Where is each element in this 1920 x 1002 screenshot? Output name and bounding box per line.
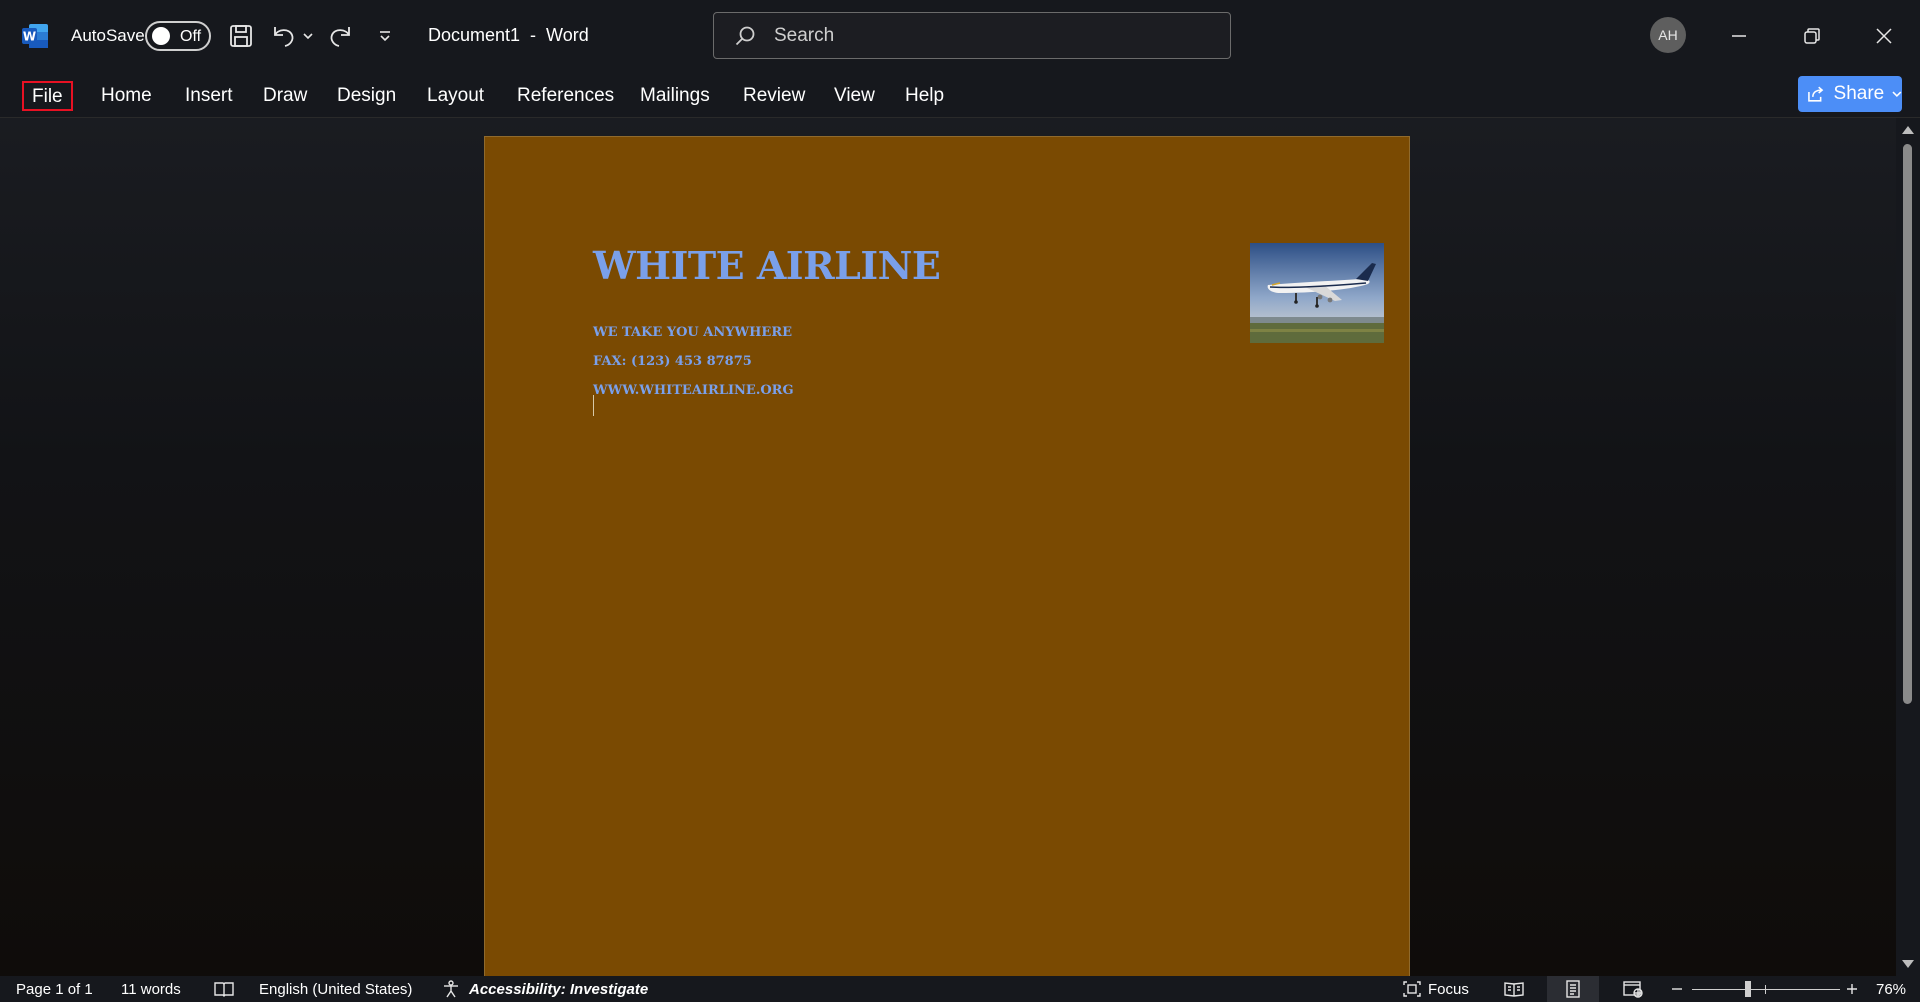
zoom-in-icon[interactable]: [1845, 980, 1859, 998]
redo-icon[interactable]: [326, 20, 356, 52]
minimize-icon: [1732, 35, 1746, 37]
title-bar: W AutoSave Off Document1 - Word Search A…: [0, 0, 1920, 72]
proofing-book-icon[interactable]: [213, 980, 235, 998]
zoom-slider[interactable]: [1692, 989, 1840, 990]
close-button[interactable]: [1868, 20, 1900, 52]
save-icon[interactable]: [226, 20, 256, 52]
autosave-toggle[interactable]: Off: [145, 21, 211, 51]
word-count[interactable]: 11 words: [121, 981, 181, 998]
zoom-slider-thumb[interactable]: [1745, 981, 1751, 997]
read-mode-icon[interactable]: [1503, 980, 1525, 998]
close-icon: [1876, 28, 1892, 44]
ribbon-tabs: File Home Insert Draw Design Layout Refe…: [0, 72, 1920, 118]
tab-home[interactable]: Home: [92, 81, 161, 111]
restore-button[interactable]: [1796, 20, 1828, 52]
tab-layout[interactable]: Layout: [418, 81, 493, 111]
document-page[interactable]: WHITE AIRLINE WE TAKE YOU ANYWHERE FAX: …: [484, 136, 1410, 996]
text-cursor: [593, 395, 594, 416]
minimize-button[interactable]: [1723, 20, 1755, 52]
document-canvas[interactable]: WHITE AIRLINE WE TAKE YOU ANYWHERE FAX: …: [0, 118, 1920, 996]
airplane-image[interactable]: [1250, 243, 1384, 343]
scroll-down-icon[interactable]: [1902, 960, 1914, 968]
vertical-scrollbar[interactable]: [1896, 118, 1920, 976]
chevron-down-icon: [1892, 91, 1902, 98]
avatar[interactable]: AH: [1650, 17, 1686, 53]
tab-insert[interactable]: Insert: [176, 81, 242, 111]
status-bar: Page 1 of 1 11 words English (United Sta…: [0, 976, 1920, 1002]
tab-review[interactable]: Review: [734, 81, 814, 111]
undo-icon[interactable]: [268, 20, 298, 52]
tab-mailings[interactable]: Mailings: [631, 81, 719, 111]
search-icon: [735, 26, 755, 46]
autosave-label: AutoSave: [71, 26, 145, 45]
zoom-out-icon[interactable]: [1670, 980, 1684, 998]
tab-design[interactable]: Design: [328, 81, 405, 111]
tab-references[interactable]: References: [508, 81, 623, 111]
document-website[interactable]: WWW.WHITEAIRLINE.ORG: [593, 383, 794, 398]
svg-text:W: W: [23, 30, 36, 44]
search-input[interactable]: [774, 23, 1204, 49]
search-box[interactable]: [713, 12, 1231, 59]
language-status[interactable]: English (United States): [259, 981, 412, 998]
toggle-knob: [152, 27, 170, 45]
web-layout-icon[interactable]: [1622, 980, 1644, 998]
scrollbar-thumb[interactable]: [1903, 144, 1912, 704]
page-count[interactable]: Page 1 of 1: [16, 981, 93, 998]
restore-icon: [1804, 28, 1820, 44]
tab-draw[interactable]: Draw: [254, 81, 316, 111]
zoom-slider-tick: [1765, 985, 1766, 994]
focus-label[interactable]: Focus: [1428, 981, 1469, 998]
share-button[interactable]: Share: [1798, 76, 1902, 112]
tab-view[interactable]: View: [825, 81, 884, 111]
customize-toolbar-icon[interactable]: [374, 20, 396, 52]
tab-help[interactable]: Help: [896, 81, 953, 111]
document-title: Document1 - Word: [428, 25, 589, 45]
document-tagline[interactable]: WE TAKE YOU ANYWHERE: [593, 325, 792, 340]
focus-icon[interactable]: [1402, 980, 1422, 998]
document-fax[interactable]: FAX: (123) 453 87875: [593, 354, 752, 369]
document-heading[interactable]: WHITE AIRLINE: [593, 243, 941, 288]
tab-file[interactable]: File: [22, 81, 73, 111]
share-label: Share: [1833, 83, 1885, 104]
undo-dropdown-icon[interactable]: [300, 20, 316, 52]
accessibility-icon[interactable]: [441, 980, 461, 998]
print-layout-icon[interactable]: [1563, 980, 1583, 998]
autosave-state: Off: [180, 28, 202, 45]
zoom-level[interactable]: 76%: [1876, 981, 1906, 998]
word-window: W AutoSave Off Document1 - Word Search A…: [0, 0, 1920, 1002]
share-icon: [1808, 86, 1824, 102]
word-logo-icon[interactable]: W: [21, 23, 49, 49]
scroll-up-icon[interactable]: [1902, 126, 1914, 134]
accessibility-status[interactable]: Accessibility: Investigate: [469, 981, 648, 998]
